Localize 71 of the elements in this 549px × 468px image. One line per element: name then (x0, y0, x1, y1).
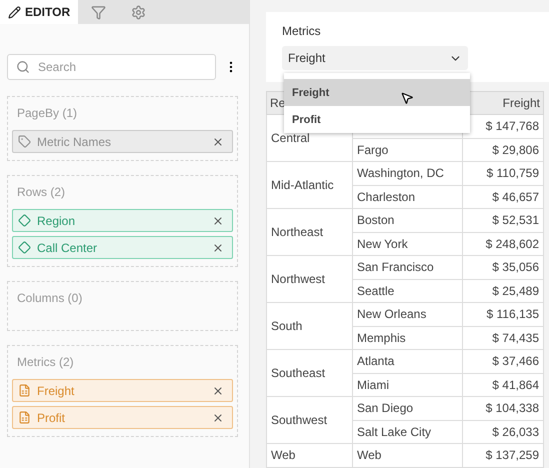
chip-label: Profit (37, 410, 66, 424)
filter-icon (90, 4, 106, 20)
region-cell: Northwest (266, 256, 352, 302)
editor-tab[interactable]: EDITOR (0, 0, 78, 24)
zone-title: Columns (0) (16, 291, 84, 305)
selector-label: Metrics (282, 24, 322, 38)
city-cell: San Diego (352, 396, 462, 420)
city-cell: Charleston (352, 185, 462, 208)
city-cell: Web (352, 444, 462, 467)
freight-cell: $ 35,056 (462, 256, 544, 279)
object-chip[interactable]: Profit (12, 406, 233, 429)
tag-icon (18, 135, 31, 148)
city-cell: Fargo (352, 138, 462, 162)
city-cell: Salt Lake City (352, 420, 462, 444)
object-chip[interactable]: Region (12, 209, 233, 232)
region-cell: Southeast (266, 350, 352, 396)
close-icon[interactable] (212, 214, 224, 226)
diamond-icon (18, 214, 31, 227)
freight-cell: $ 29,806 (462, 138, 544, 162)
chip-label: Call Center (37, 240, 98, 254)
cursor-icon (400, 91, 414, 105)
freight-cell: $ 110,759 (462, 162, 544, 185)
object-chip[interactable]: Freight (12, 379, 233, 402)
freight-cell: $ 248,602 (462, 232, 544, 256)
city-cell: New Orleans (352, 302, 462, 326)
freight-cell: $ 25,489 (462, 279, 544, 302)
metric-icon (18, 384, 31, 397)
object-chip[interactable]: Call Center (12, 236, 233, 259)
zone-title: Metrics (2) (16, 355, 75, 369)
region-cell: Web (266, 444, 352, 467)
freight-cell: $ 37,466 (462, 350, 544, 373)
region-cell: Southwest (266, 396, 352, 444)
city-cell: Washington, DC (352, 162, 462, 185)
freight-cell: $ 74,435 (462, 326, 544, 350)
settings-icon (130, 4, 146, 20)
region-cell: Mid-Atlantic (266, 162, 352, 208)
freight-cell: $ 26,033 (462, 420, 544, 444)
close-icon[interactable] (212, 242, 224, 254)
dropdown-option[interactable]: Profit (284, 106, 470, 133)
zone-title: Rows (2) (16, 185, 66, 199)
city-cell: Atlanta (352, 350, 462, 373)
city-cell: Boston (352, 208, 462, 232)
dropdown-option[interactable]: Freight (284, 79, 470, 106)
region-cell: Northeast (266, 208, 352, 256)
freight-cell: $ 41,864 (462, 373, 544, 396)
search-icon (16, 60, 30, 74)
city-cell: New York (352, 232, 462, 256)
freight-cell: $ 52,531 (462, 208, 544, 232)
diamond-icon (18, 241, 31, 254)
freight-cell: $ 137,259 (462, 444, 544, 467)
chip-label: Freight (37, 384, 76, 398)
close-icon[interactable] (212, 136, 224, 148)
chip-label: Region (37, 214, 76, 228)
city-cell: San Francisco (352, 256, 462, 279)
city-cell: Seattle (352, 279, 462, 302)
close-icon[interactable] (212, 384, 224, 396)
search-field[interactable]: Search (36, 59, 207, 75)
metric-dropdown[interactable]: Freight (282, 46, 468, 70)
metric-icon (18, 411, 31, 424)
object-chip[interactable]: Metric Names (12, 130, 233, 153)
region-cell: South (266, 302, 352, 350)
city-cell: Memphis (352, 326, 462, 350)
close-icon[interactable] (212, 412, 224, 424)
zone-title: PageBy (1) (16, 106, 78, 120)
search-box[interactable]: Search (7, 54, 216, 80)
city-cell: Miami (352, 373, 462, 396)
freight-cell: $ 116,135 (462, 302, 544, 326)
pencil-icon (8, 6, 21, 18)
freight-cell: $ 46,657 (462, 185, 544, 208)
freight-cell: $ 104,338 (462, 396, 544, 420)
chip-label: Metric Names (37, 134, 112, 148)
